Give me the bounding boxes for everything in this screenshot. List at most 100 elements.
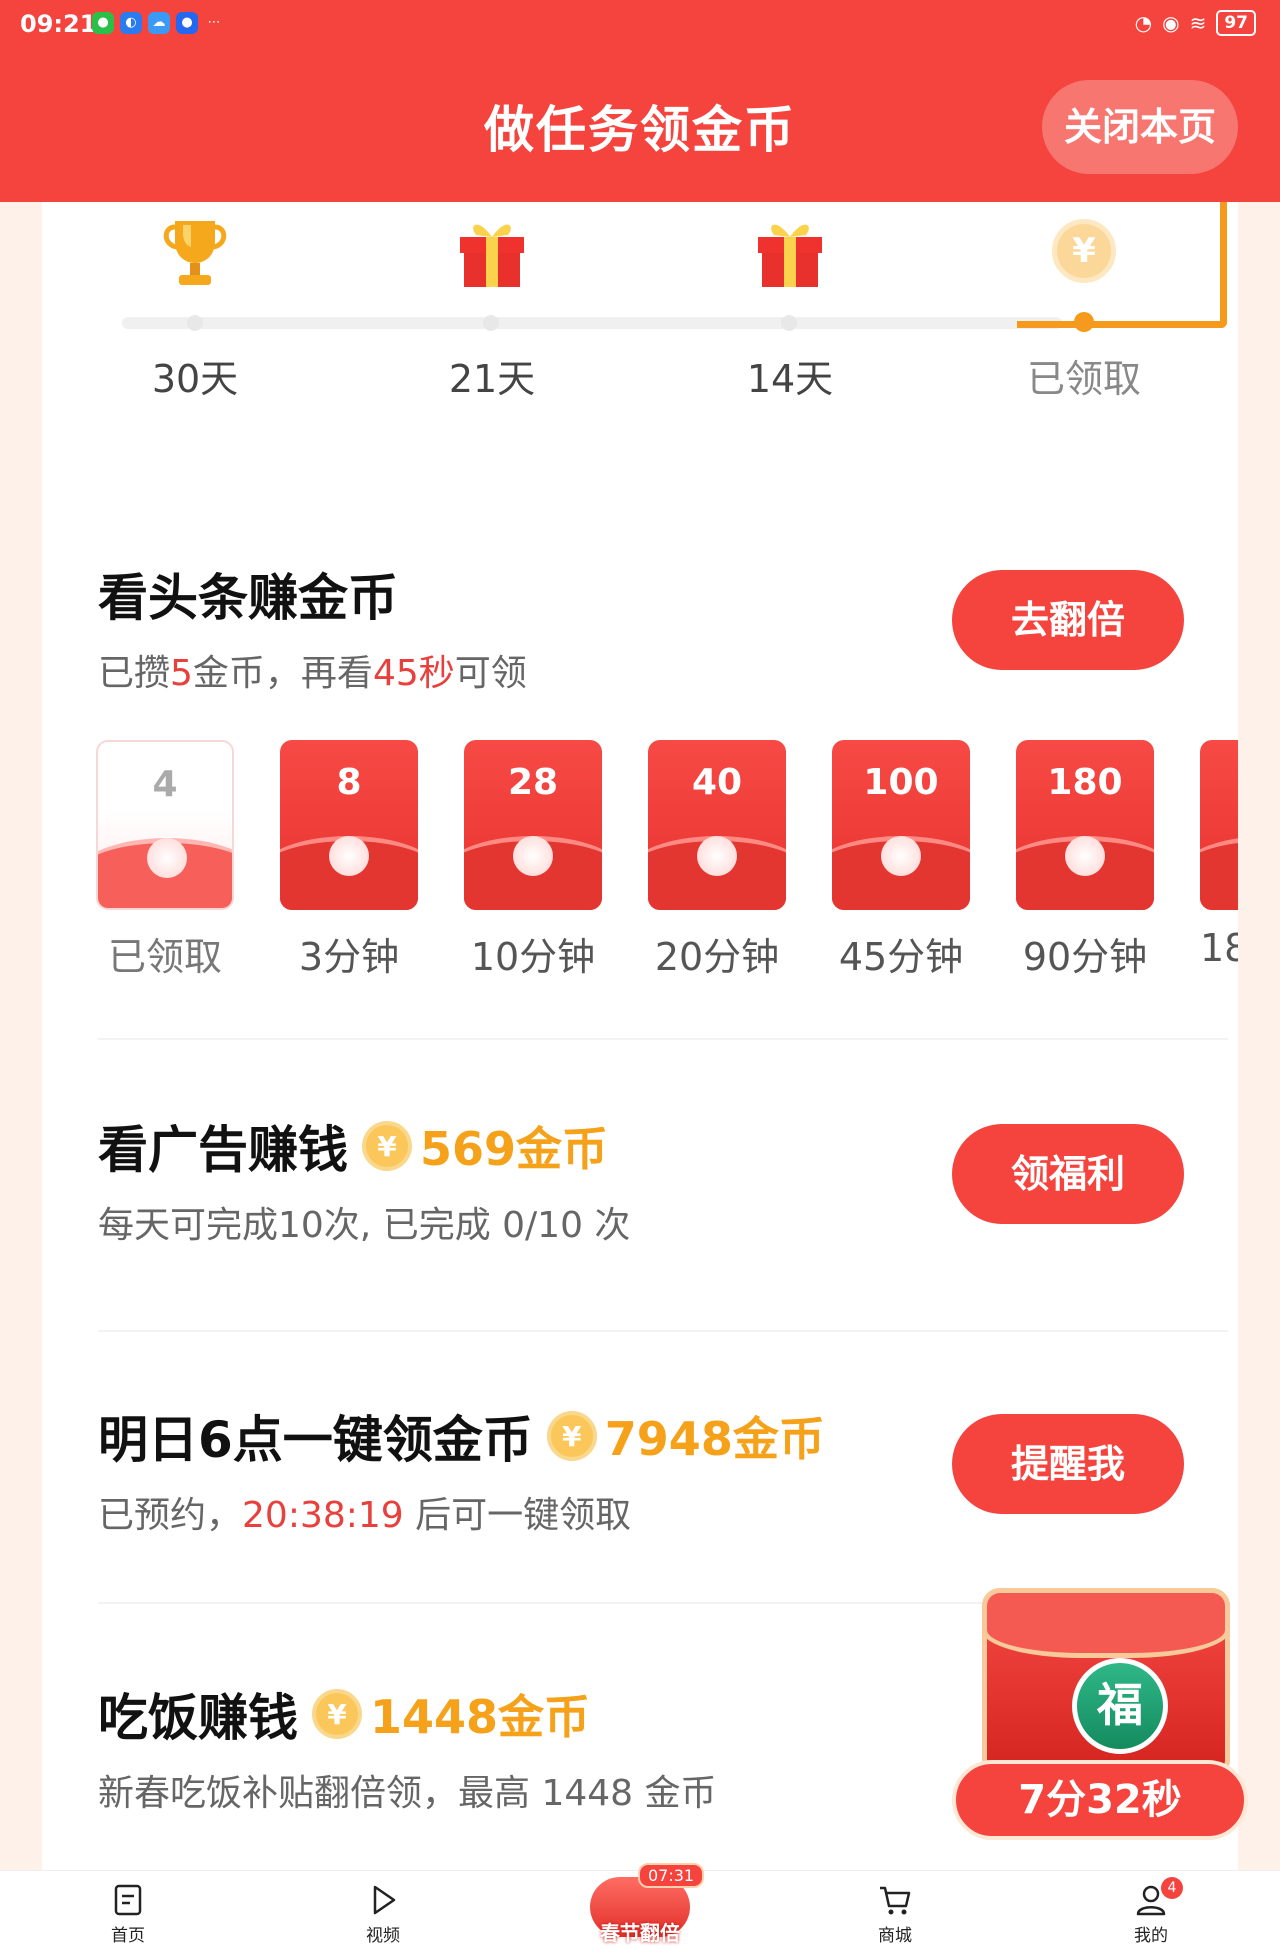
- envelope-caption: 已领取: [107, 935, 222, 979]
- meal-task-subtitle: 新春吃饭补贴翻倍领，最高 1448 金币: [98, 1773, 717, 1814]
- notification-icons: ● ◐ ☁ ● ⋯: [92, 12, 224, 34]
- gift-icon: [422, 210, 562, 292]
- nav-mine-label: 我的: [1134, 1926, 1168, 1946]
- envelope-amount: 8: [336, 762, 362, 803]
- user-icon: [1091, 1879, 1211, 1921]
- nav-home-label: 首页: [111, 1926, 145, 1946]
- countdown-timer: 20:38:19: [242, 1495, 404, 1536]
- envelope-amount: 180: [1047, 762, 1123, 803]
- coin-icon: ¥: [546, 1411, 597, 1461]
- coins-saved: 5: [170, 653, 193, 694]
- milestone-14-days[interactable]: 14天: [720, 210, 860, 403]
- milestone-21-days[interactable]: 21天: [422, 210, 562, 403]
- ad-task-subtitle: 每天可完成10次, 已完成 0/10 次: [98, 1205, 631, 1246]
- envelope-amount: 40: [691, 762, 743, 803]
- center-countdown: 07:31: [638, 1863, 705, 1888]
- nav-video-label: 视频: [366, 1926, 400, 1946]
- red-envelope[interactable]: 8 3分钟: [280, 740, 418, 981]
- red-envelope[interactable]: 100 45分钟: [832, 740, 970, 981]
- news-task-title-text: 看头条赚金币: [98, 569, 398, 627]
- ad-task-title-text: 看广告赚钱: [98, 1121, 348, 1179]
- divider: [98, 1038, 1228, 1040]
- ad-task-title: 看广告赚钱 ¥ 569金币: [98, 1110, 608, 1182]
- trophy-icon: [125, 210, 265, 292]
- battery-indicator: 97: [1216, 10, 1256, 36]
- chat-icon: ●: [176, 12, 198, 34]
- nav-mine[interactable]: 4 我的: [1091, 1877, 1211, 1946]
- wifi-icon: ≋: [1189, 11, 1207, 35]
- news-task-title: 看头条赚金币: [98, 558, 398, 630]
- nav-spring-festival[interactable]: 07:31 春节翻倍: [580, 1859, 705, 1955]
- bulb-icon: ◐: [120, 12, 142, 34]
- coin-symbol: ¥: [1052, 219, 1116, 283]
- notification-badge: 4: [1161, 1877, 1183, 1899]
- bottom-nav: 首页 视频 07:31 春节翻倍 商城 4 我的: [0, 1863, 1280, 1955]
- floating-fu-chest[interactable]: 福 7分32秒: [952, 1588, 1248, 1848]
- coin-icon: ¥: [362, 1121, 412, 1171]
- gift-icon: [720, 210, 860, 292]
- tomorrow-task-title: 明日6点一键领金币 ¥ 7948金币: [98, 1400, 825, 1472]
- ad-task-coins: 569金币: [420, 1122, 609, 1176]
- news-task-subtitle: 已攒5金币，再看45秒可领: [98, 644, 527, 696]
- home-icon: [68, 1879, 188, 1921]
- tomorrow-task-title-text: 明日6点一键领金币: [98, 1411, 533, 1469]
- envelope-caption: 10分钟: [470, 935, 596, 979]
- red-envelope-list[interactable]: 4 已领取 8 3分钟 28 10分钟 40 20分钟 100 45分钟 180…: [96, 740, 1238, 990]
- claim-welfare-button[interactable]: 领福利: [952, 1124, 1184, 1224]
- speed-icon: ◔: [1134, 11, 1153, 35]
- sub-text: 可领: [454, 653, 527, 694]
- coin-icon: ¥: [312, 1689, 362, 1739]
- close-page-button[interactable]: 关闭本页: [1042, 80, 1238, 174]
- fu-symbol: 福: [1072, 1658, 1168, 1754]
- nav-mall[interactable]: 商城: [835, 1879, 955, 1946]
- sub-text: 后可一键领取: [403, 1495, 632, 1536]
- red-envelope[interactable]: 28 10分钟: [464, 740, 602, 981]
- envelope-amount: 28: [507, 762, 559, 803]
- envelope-caption: 90分钟: [1022, 935, 1148, 979]
- envelope-caption: 3分钟: [298, 935, 400, 979]
- sub-text: 金币，再看: [192, 653, 373, 694]
- nav-mall-label: 商城: [878, 1926, 912, 1946]
- divider: [98, 1330, 1228, 1332]
- remind-me-button[interactable]: 提醒我: [952, 1414, 1184, 1514]
- envelope-caption: 18: [1200, 926, 1238, 970]
- milestone-label: 30天: [151, 357, 239, 401]
- wechat-icon: ●: [92, 12, 114, 34]
- cloud-icon: ☁: [148, 12, 170, 34]
- meal-task-title: 吃饭赚钱 ¥ 1448金币: [98, 1678, 590, 1750]
- meal-task-title-text: 吃饭赚钱: [98, 1689, 298, 1747]
- meal-task-coins: 1448金币: [370, 1690, 591, 1744]
- sub-text: 已攒: [98, 653, 171, 694]
- milestone-label: 21天: [448, 357, 536, 401]
- play-icon: [323, 1879, 443, 1921]
- envelope-caption: 20分钟: [654, 935, 780, 979]
- milestone-claimed: ¥ 已领取: [1014, 210, 1154, 403]
- double-button[interactable]: 去翻倍: [952, 570, 1184, 670]
- nav-video[interactable]: 视频: [323, 1879, 443, 1946]
- sub-text: 已预约，: [98, 1495, 243, 1536]
- envelope-amount: 4: [152, 764, 178, 805]
- cart-icon: [835, 1879, 955, 1921]
- status-time: 09:21: [20, 10, 97, 38]
- center-label: 春节翻倍: [600, 1921, 680, 1945]
- tomorrow-task-subtitle: 已预约，20:38:19 后可一键领取: [98, 1486, 631, 1538]
- seconds-remaining: 45秒: [372, 653, 455, 694]
- more-icon: ⋯: [207, 15, 221, 30]
- red-envelope[interactable]: 40 20分钟: [648, 740, 786, 981]
- milestone-label: 已领取: [1026, 357, 1141, 401]
- envelope-caption: 45分钟: [838, 935, 964, 979]
- eye-icon: ◉: [1162, 11, 1180, 35]
- chest-timer: 7分32秒: [952, 1760, 1248, 1840]
- header-bar: 09:21 ● ◐ ☁ ● ⋯ ◔ ◉ ≋ 97 做任务领金币 关闭本页: [0, 0, 1280, 202]
- status-bar: 09:21 ● ◐ ☁ ● ⋯ ◔ ◉ ≋ 97: [0, 0, 1280, 52]
- envelope-amount: 100: [863, 762, 939, 803]
- milestone-30-days[interactable]: 30天: [125, 210, 265, 403]
- red-envelope[interactable]: 18: [1200, 740, 1238, 970]
- milestone-label: 14天: [746, 357, 834, 401]
- coin-icon: ¥: [1014, 210, 1154, 292]
- red-envelope[interactable]: 4 已领取: [96, 740, 234, 981]
- red-envelope[interactable]: 180 90分钟: [1016, 740, 1154, 981]
- tomorrow-task-coins: 7948金币: [604, 1412, 825, 1466]
- nav-home[interactable]: 首页: [68, 1879, 188, 1946]
- status-right: ◔ ◉ ≋ 97: [1135, 10, 1256, 36]
